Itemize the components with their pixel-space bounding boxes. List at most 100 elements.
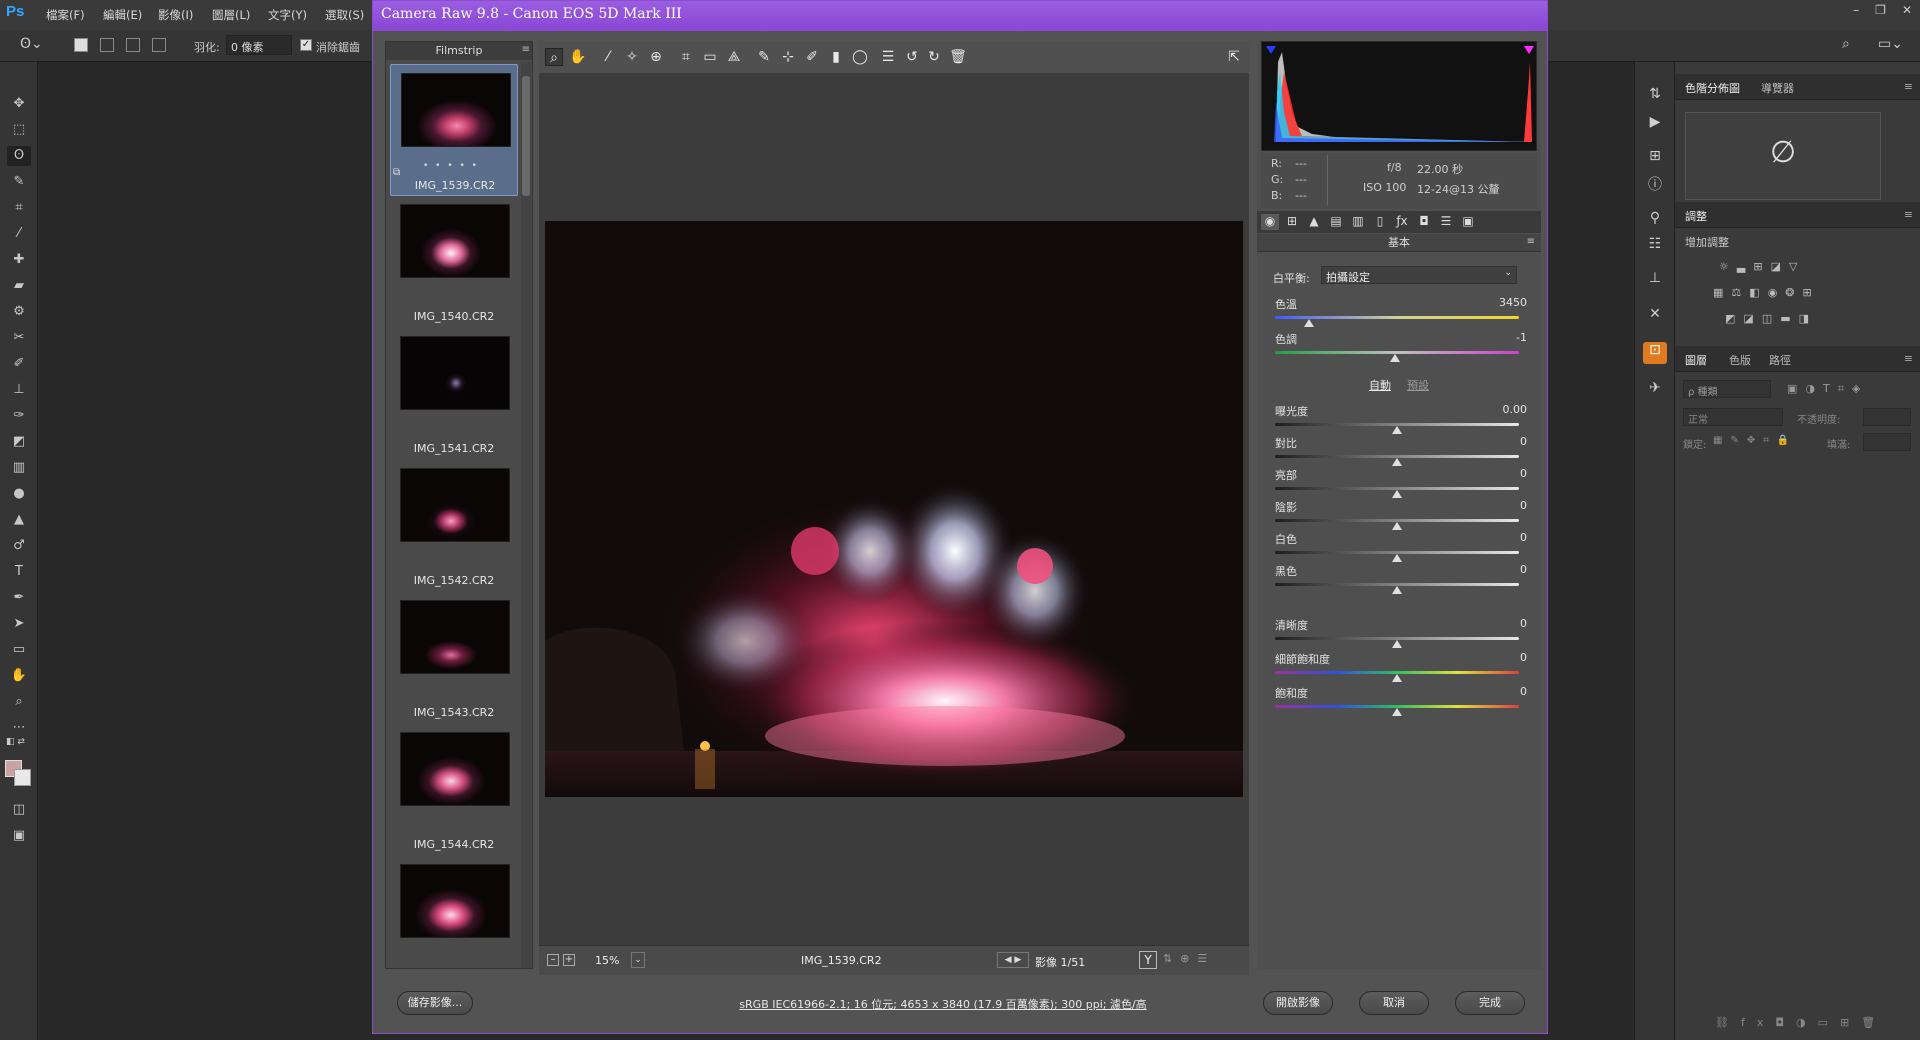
thumbnail-item[interactable]: IMG_1544.CR2 bbox=[390, 724, 518, 856]
menu-layer[interactable]: 圖層(L) bbox=[212, 7, 250, 23]
image-preview[interactable] bbox=[539, 73, 1249, 945]
scrollbar-thumb[interactable] bbox=[522, 76, 530, 196]
rectangle-tool-icon[interactable]: ▭ bbox=[7, 640, 31, 660]
menu-edit[interactable]: 編輯(E) bbox=[103, 7, 142, 23]
levels-icon[interactable]: ▃ bbox=[1737, 260, 1745, 273]
tools-plugin-icon[interactable]: ✕ bbox=[1643, 306, 1667, 328]
lasso-tool-icon[interactable]: ʘ bbox=[7, 146, 31, 166]
straighten-tool-icon[interactable]: ▭ bbox=[701, 48, 719, 66]
zoom-dropdown[interactable]: ⌄ bbox=[631, 952, 645, 968]
tint-value[interactable]: -1 bbox=[1487, 331, 1527, 344]
posterize-icon[interactable]: ◪ bbox=[1743, 312, 1753, 325]
crop-tool-icon[interactable]: ⌗ bbox=[677, 48, 695, 66]
thumbnail-item[interactable]: IMG_1541.CR2 bbox=[390, 328, 518, 460]
slider-value[interactable]: 0 bbox=[1487, 617, 1527, 630]
art-brush-icon[interactable]: ✑ bbox=[7, 406, 31, 426]
slider-value[interactable]: 0 bbox=[1487, 467, 1527, 480]
done-button[interactable]: 完成 bbox=[1455, 991, 1525, 1015]
zoom-tool-icon[interactable]: ⌕ bbox=[545, 48, 563, 66]
zoom-out-button[interactable]: – bbox=[547, 954, 559, 966]
auto-link[interactable]: 自動 bbox=[1369, 377, 1391, 393]
before-after-y-button[interactable]: Y bbox=[1139, 951, 1157, 969]
workflow-options-link[interactable]: sRGB IEC61966-2.1; 16 位元; 4653 x 3840 (1… bbox=[713, 996, 1173, 1012]
fill-input[interactable] bbox=[1863, 433, 1911, 451]
hand-tool-icon[interactable]: ✋ bbox=[569, 48, 587, 66]
gradient-map-icon[interactable]: ▬ bbox=[1780, 312, 1790, 325]
properties-panel-icon[interactable]: ⊞ bbox=[1643, 148, 1667, 170]
quick-select-tool-icon[interactable]: ✎ bbox=[7, 172, 31, 192]
hue-saturation-icon[interactable]: ▦ bbox=[1713, 286, 1723, 299]
menu-image[interactable]: 影像(I) bbox=[158, 7, 193, 23]
menu-file[interactable]: 檔案(F) bbox=[46, 7, 85, 23]
open-image-button[interactable]: 開啟影像 bbox=[1263, 991, 1333, 1015]
tint-slider-thumb[interactable] bbox=[1389, 354, 1400, 362]
snapshots-tab-icon[interactable]: ▣ bbox=[1459, 214, 1477, 230]
paint-brush-icon[interactable]: ✐ bbox=[7, 354, 31, 374]
delete-icon[interactable]: 🗑 bbox=[949, 48, 967, 66]
color-sampler-icon[interactable]: ✧ bbox=[623, 48, 641, 66]
temp-value[interactable]: 3450 bbox=[1487, 296, 1527, 309]
slider-thumb[interactable] bbox=[1392, 708, 1402, 716]
panel-menu-icon[interactable]: ≡ bbox=[1904, 208, 1913, 221]
zoom-tool-icon[interactable]: ⌕ bbox=[7, 692, 31, 712]
lens-tab-icon[interactable]: ▯ bbox=[1371, 214, 1389, 230]
cancel-button[interactable]: 取消 bbox=[1359, 991, 1429, 1015]
actions-play-icon[interactable]: ▶ bbox=[1643, 114, 1667, 136]
new-selection-icon[interactable] bbox=[74, 38, 88, 52]
slider-value[interactable]: 0.00 bbox=[1487, 403, 1528, 416]
threshold-icon[interactable]: ◫ bbox=[1762, 312, 1772, 325]
color-lookup-icon[interactable]: ⊞ bbox=[1803, 286, 1812, 299]
vibrance-icon[interactable]: ▽ bbox=[1789, 260, 1797, 273]
tab-navigator[interactable]: 導覽器 bbox=[1761, 80, 1794, 96]
prev-next-buttons[interactable]: ◀ ▶ bbox=[997, 952, 1029, 968]
slider-value[interactable]: 0 bbox=[1487, 499, 1527, 512]
slider-value[interactable]: 0 bbox=[1487, 651, 1527, 664]
split-toning-tab-icon[interactable]: ▥ bbox=[1349, 214, 1367, 230]
blur-tool-icon[interactable]: ● bbox=[7, 484, 31, 504]
zoom-level[interactable]: 15% bbox=[595, 954, 619, 967]
default-link[interactable]: 預設 bbox=[1407, 377, 1429, 393]
hand-tool-icon[interactable]: ✋ bbox=[7, 666, 31, 686]
screen-mode-icon[interactable]: ▣ bbox=[7, 826, 31, 846]
info-panel-icon[interactable]: ⓘ bbox=[1643, 174, 1667, 196]
tab-layers[interactable]: 圖層 bbox=[1685, 352, 1707, 368]
close-button[interactable]: ✕ bbox=[1902, 3, 1912, 17]
tone-curve-tab-icon[interactable]: ⊞ bbox=[1283, 214, 1301, 230]
tab-histogram[interactable]: 色階分佈圖 bbox=[1685, 80, 1740, 96]
black-white-icon[interactable]: ◧ bbox=[1749, 286, 1759, 299]
selective-color-icon[interactable]: ◨ bbox=[1799, 312, 1809, 325]
slider-value[interactable]: 0 bbox=[1487, 563, 1527, 576]
spot-removal-icon[interactable]: ✎ bbox=[755, 48, 773, 66]
healing-tool-icon[interactable]: ✚ bbox=[7, 250, 31, 270]
filmstrip-scrollbar[interactable] bbox=[521, 62, 531, 968]
history-brush-icon[interactable]: ✂ bbox=[7, 328, 31, 348]
slider-value[interactable]: 0 bbox=[1487, 685, 1527, 698]
transform-tool-icon[interactable]: ⟁ bbox=[725, 48, 743, 66]
type-tool-icon[interactable]: T bbox=[7, 562, 31, 582]
blend-mode-select[interactable]: 正常 bbox=[1683, 408, 1783, 426]
graduated-filter-icon[interactable]: ▮ bbox=[827, 48, 845, 66]
panel-menu-icon[interactable]: ≡ bbox=[1904, 80, 1913, 93]
fireworks-photo[interactable] bbox=[545, 221, 1243, 797]
white-balance-tool-icon[interactable]: ⁄ bbox=[599, 48, 617, 66]
lasso-tool-icon[interactable]: ʘ⌄ bbox=[20, 36, 43, 52]
swap-colors-icon[interactable]: ◧ ⇄ bbox=[6, 737, 28, 749]
save-image-button[interactable]: 儲存影像... bbox=[397, 991, 473, 1015]
slider-thumb[interactable] bbox=[1392, 458, 1402, 466]
effects-tab-icon[interactable]: ƒx bbox=[1393, 214, 1411, 230]
adjustment-brush-icon[interactable]: ✐ bbox=[803, 48, 821, 66]
rotate-left-icon[interactable]: ↺ bbox=[903, 48, 921, 66]
background-color-swatch[interactable] bbox=[14, 769, 31, 786]
exposure-icon[interactable]: ◪ bbox=[1771, 260, 1781, 273]
slider-value[interactable]: 0 bbox=[1487, 435, 1527, 448]
pen-tool-icon[interactable]: ✒ bbox=[7, 588, 31, 608]
slider-thumb[interactable] bbox=[1392, 490, 1402, 498]
feather-input[interactable]: 0 像素 bbox=[226, 35, 292, 55]
marquee-tool-icon[interactable]: ⬚ bbox=[7, 120, 31, 140]
basic-tab-icon[interactable]: ◉ bbox=[1261, 214, 1279, 230]
hsl-tab-icon[interactable]: ▤ bbox=[1327, 214, 1345, 230]
layer-kind-filter[interactable]: ρ 種類 bbox=[1683, 380, 1771, 398]
minimize-button[interactable]: – bbox=[1853, 3, 1859, 17]
sliders-panel-icon[interactable]: ☷ bbox=[1643, 236, 1667, 258]
detail-tab-icon[interactable]: ▲ bbox=[1305, 214, 1323, 230]
